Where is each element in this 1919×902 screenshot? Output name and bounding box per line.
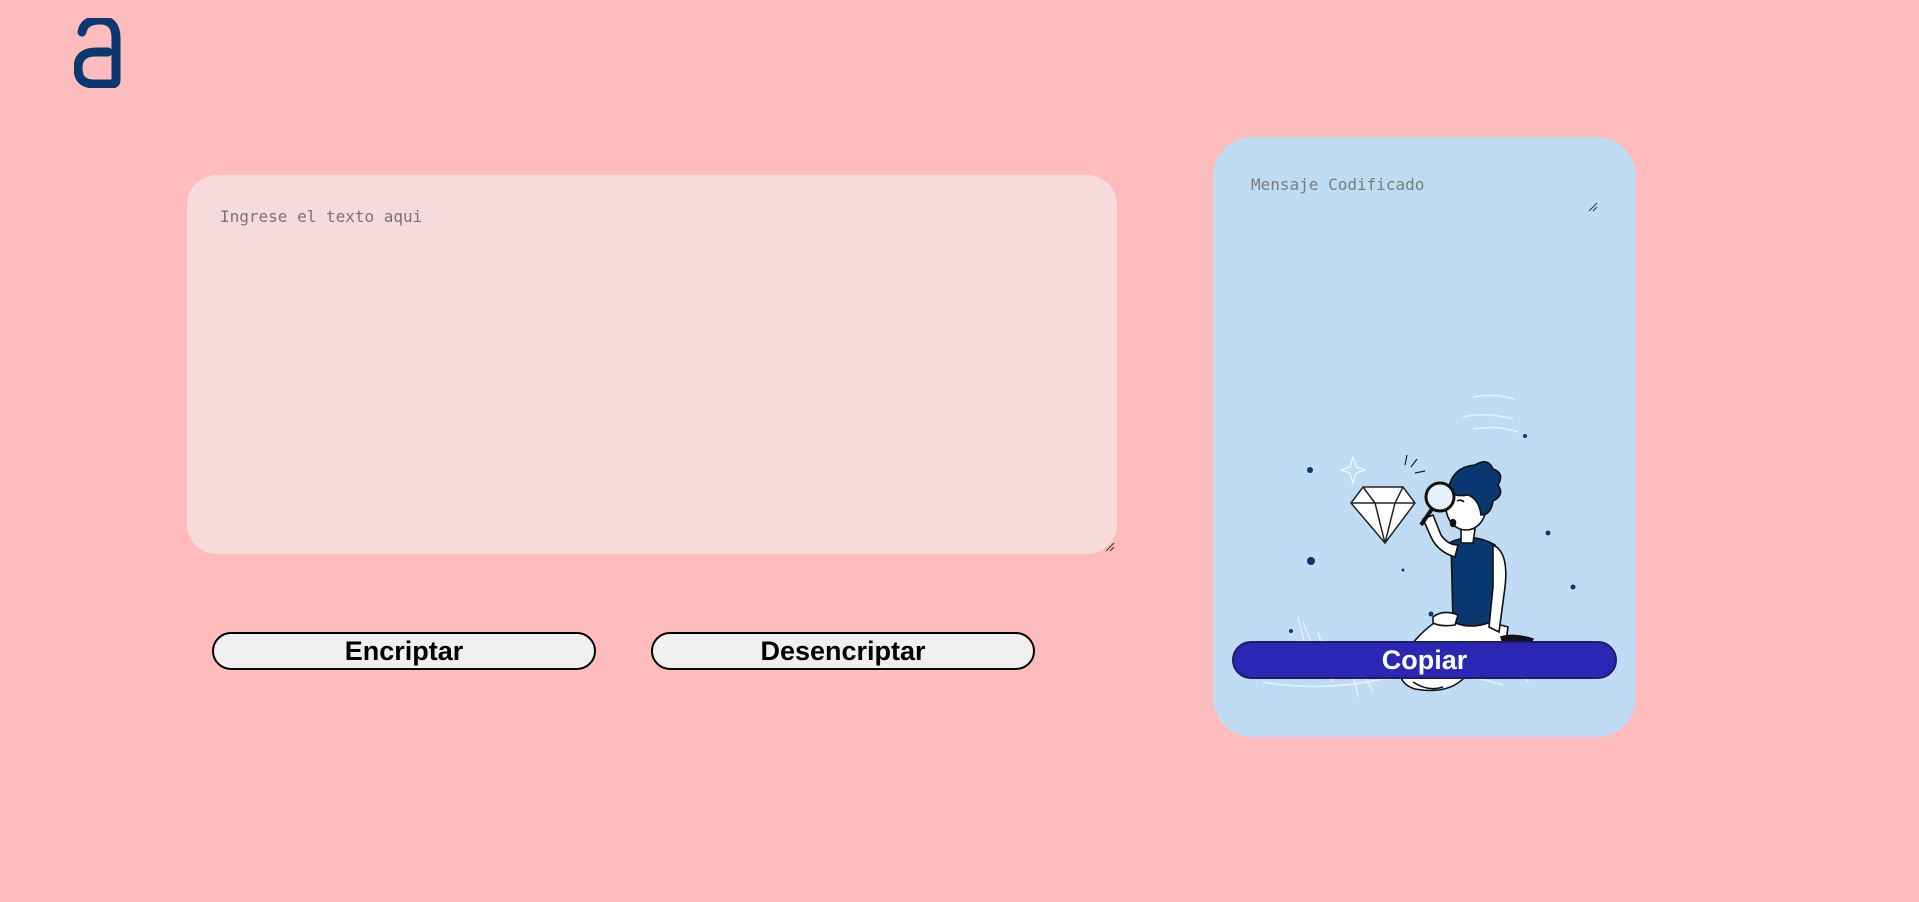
resize-handle-icon[interactable] — [1588, 202, 1598, 212]
output-message[interactable]: Mensaje Codificado — [1251, 175, 1424, 194]
copy-button[interactable]: Copiar — [1232, 641, 1617, 679]
output-panel: Mensaje Codificado Copiar — [1213, 137, 1636, 737]
input-area — [187, 175, 1117, 554]
resize-handle-icon[interactable] — [1105, 542, 1115, 552]
alura-logo-icon[interactable] — [74, 18, 122, 88]
encrypt-button[interactable]: Encriptar — [212, 632, 596, 670]
decrypt-button[interactable]: Desencriptar — [651, 632, 1035, 670]
text-input[interactable] — [187, 175, 1117, 554]
page: Encriptar Desencriptar Mensaje Codificad… — [0, 0, 1919, 902]
